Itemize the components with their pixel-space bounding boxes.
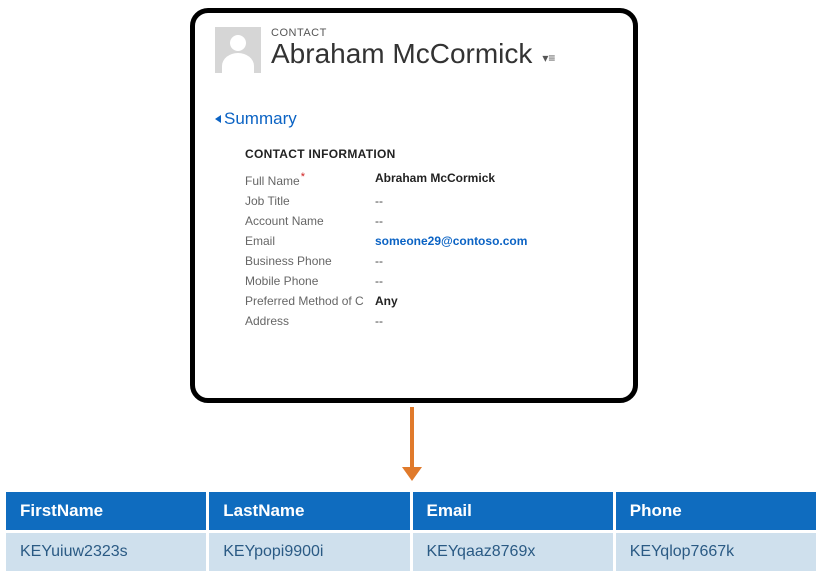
summary-section-toggle[interactable]: Summary [215, 109, 613, 129]
cell-email: KEYqaaz8769x [413, 533, 613, 571]
field-label-preferred: Preferred Method of C [245, 294, 375, 308]
record-menu-icon[interactable]: ▾≡ [542, 52, 555, 64]
field-value-account[interactable]: -- [375, 214, 613, 228]
field-label-account: Account Name [245, 214, 375, 228]
contact-name: Abraham McCormick [271, 39, 532, 70]
field-value-address[interactable]: -- [375, 314, 613, 328]
field-label-email: Email [245, 234, 375, 248]
field-value-preferred[interactable]: Any [375, 294, 613, 308]
field-label-fullname: Full Name* [245, 171, 375, 188]
cell-phone: KEYqlop7667k [616, 533, 816, 571]
column-header-email: Email [413, 492, 613, 530]
avatar-icon [215, 27, 261, 73]
column-header-firstname: FirstName [6, 492, 206, 530]
mapping-table: FirstName LastName Email Phone KEYuiuw23… [6, 492, 816, 571]
column-header-phone: Phone [616, 492, 816, 530]
field-label-address: Address [245, 314, 375, 328]
field-value-jobtitle[interactable]: -- [375, 194, 613, 208]
contact-titles: CONTACT Abraham McCormick ▾≡ [271, 27, 555, 70]
field-value-businessphone[interactable]: -- [375, 254, 613, 268]
collapse-icon [215, 115, 221, 123]
field-label-businessphone: Business Phone [245, 254, 375, 268]
contact-info-heading: CONTACT INFORMATION [245, 147, 613, 161]
field-value-fullname[interactable]: Abraham McCormick [375, 171, 613, 188]
contact-card: CONTACT Abraham McCormick ▾≡ Summary CON… [190, 8, 638, 403]
field-label-jobtitle: Job Title [245, 194, 375, 208]
field-value-mobilephone[interactable]: -- [375, 274, 613, 288]
field-label-mobilephone: Mobile Phone [245, 274, 375, 288]
cell-firstname: KEYuiuw2323s [6, 533, 206, 571]
arrow-down-icon [410, 407, 414, 467]
column-header-lastname: LastName [209, 492, 409, 530]
summary-label: Summary [224, 109, 297, 129]
field-value-email[interactable]: someone29@contoso.com [375, 234, 613, 248]
contact-name-row: Abraham McCormick ▾≡ [271, 39, 555, 70]
contact-header: CONTACT Abraham McCormick ▾≡ [215, 27, 613, 73]
cell-lastname: KEYpopi9900i [209, 533, 409, 571]
contact-info-grid: Full Name* Abraham McCormick Job Title -… [245, 171, 613, 328]
